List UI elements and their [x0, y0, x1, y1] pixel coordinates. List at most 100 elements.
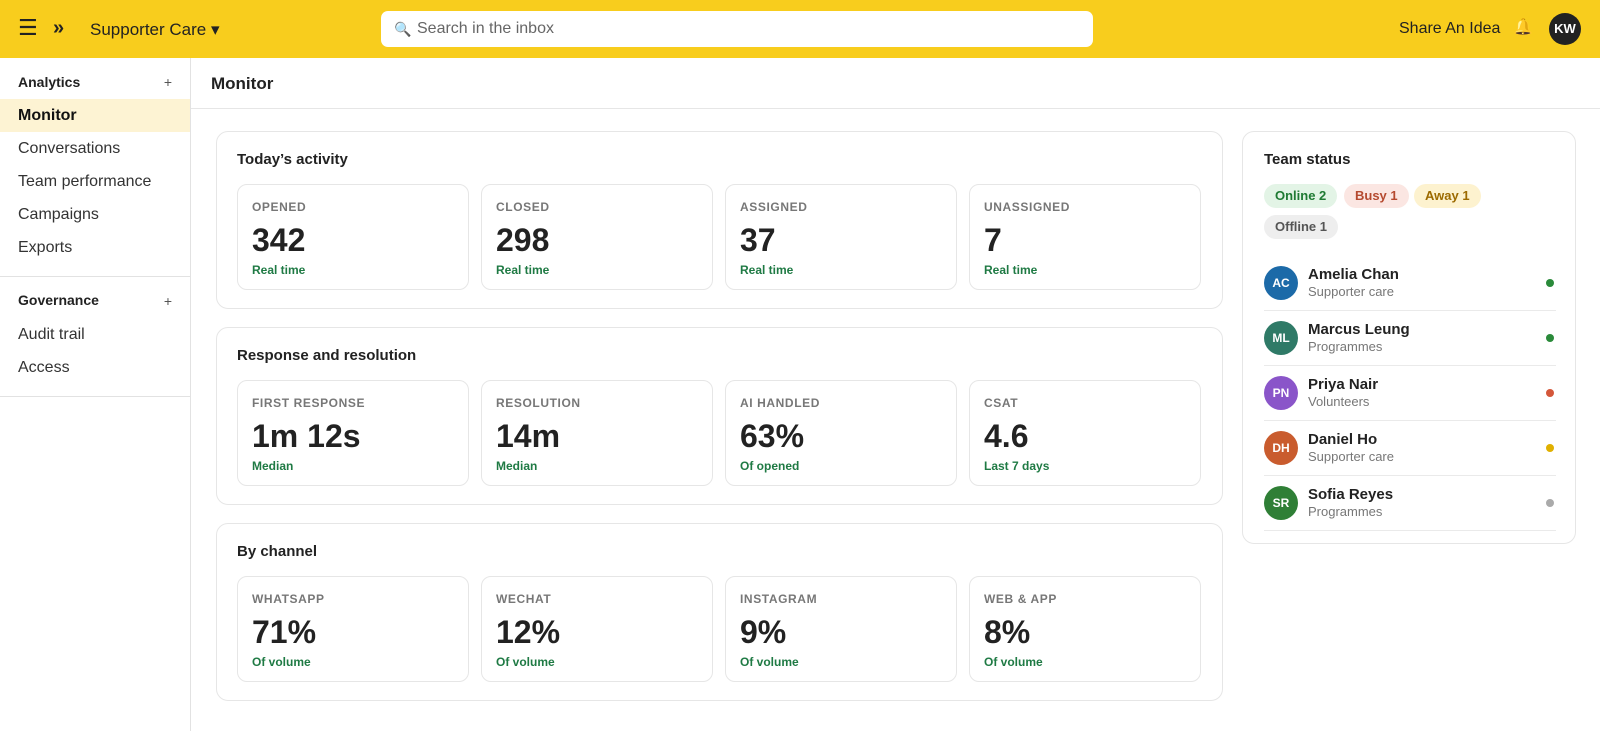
stat-card-closed: CLOSED 298 Real time	[481, 184, 713, 290]
stat-value: 37	[740, 222, 776, 258]
page-header: Monitor	[191, 58, 1600, 109]
stat-card-resolution: RESOLUTION 14m Median	[481, 380, 713, 486]
stat-card-unassigned: UNASSIGNED 7 Real time	[969, 184, 1201, 290]
add-icon[interactable]: +	[164, 293, 172, 309]
hamburger-menu-icon[interactable]: ☰	[18, 17, 40, 40]
sidebar-item-monitor[interactable]: Monitor	[0, 99, 190, 132]
member-name: Daniel Ho	[1308, 431, 1378, 448]
sidebar-item-conversations[interactable]: Conversations	[0, 132, 190, 165]
notification-bell-icon[interactable]: 🔔	[1513, 17, 1533, 39]
team-member-row[interactable]: AC Amelia Chan Supporter care	[1264, 256, 1556, 311]
stat-card-web-app: WEB & APP 8% Of volume	[969, 576, 1201, 682]
stat-label: CSAT	[984, 396, 1019, 410]
member-avatar: ML	[1264, 321, 1298, 355]
sidebar-item-access[interactable]: Access	[0, 351, 190, 384]
stat-label: RESOLUTION	[496, 396, 581, 410]
stat-value: 12%	[496, 614, 561, 650]
stat-label: WHATSAPP	[252, 592, 325, 606]
stat-subtext: Of volume	[252, 655, 311, 669]
stat-label: WECHAT	[496, 592, 552, 606]
sidebar-section-analytics: Analytics + Monitor Conversations Team p…	[0, 58, 190, 277]
expand-sidebar-icon[interactable]: »	[53, 16, 64, 40]
stat-subtext: Of volume	[496, 655, 555, 669]
add-icon[interactable]: +	[164, 74, 172, 90]
member-avatar: PN	[1264, 376, 1298, 410]
member-role: Programmes	[1308, 504, 1383, 519]
panel-title: By channel	[237, 543, 318, 560]
stat-card-csat: CSAT 4.6 Last 7 days	[969, 380, 1201, 486]
status-chip-online[interactable]: Online 2	[1264, 184, 1338, 208]
status-chip-busy[interactable]: Busy 1	[1344, 184, 1409, 208]
status-dot-icon	[1546, 334, 1554, 342]
status-dot-icon	[1546, 279, 1554, 287]
stat-label: UNASSIGNED	[984, 200, 1071, 214]
stat-card-instagram: INSTAGRAM 9% Of volume	[725, 576, 957, 682]
panel-title: Today’s activity	[237, 151, 348, 168]
sidebar-item-audit-trail[interactable]: Audit trail	[0, 318, 190, 351]
sidebar-item-campaigns[interactable]: Campaigns	[0, 198, 190, 231]
member-role: Supporter care	[1308, 284, 1394, 299]
stat-label: INSTAGRAM	[740, 592, 818, 606]
stat-subtext: Of opened	[740, 459, 800, 473]
sidebar-item-team-performance[interactable]: Team performance	[0, 165, 190, 198]
panel-title: Response and resolution	[237, 347, 417, 364]
member-name: Marcus Leung	[1308, 321, 1410, 338]
search-icon: 🔍	[394, 21, 412, 37]
sidebar-section-title: Analytics +	[0, 58, 190, 99]
stat-subtext: Real time	[984, 263, 1038, 277]
stat-subtext: Real time	[252, 263, 306, 277]
response-panel: Response and resolution FIRST RESPONSE 1…	[216, 327, 1223, 505]
stat-card-wechat: WECHAT 12% Of volume	[481, 576, 713, 682]
stat-value: 71%	[252, 614, 317, 650]
stat-subtext: Of volume	[984, 655, 1043, 669]
sidebar-section-title: Governance +	[0, 277, 190, 318]
member-avatar: AC	[1264, 266, 1298, 300]
team-status-panel: Team status Online 2 Busy 1 Away 1 Offli…	[1242, 131, 1576, 544]
user-avatar[interactable]: KW	[1549, 13, 1581, 45]
stat-card-opened: OPENED 342 Real time	[237, 184, 469, 290]
member-role: Volunteers	[1308, 394, 1370, 409]
stat-value: 14m	[496, 418, 561, 454]
stat-value: 298	[496, 222, 550, 258]
team-member-row[interactable]: PN Priya Nair Volunteers	[1264, 366, 1556, 421]
stat-value: 4.6	[984, 418, 1029, 454]
search-input[interactable]	[417, 17, 1077, 41]
stat-card-ai-handled: AI HANDLED 63% Of opened	[725, 380, 957, 486]
stat-value: 9%	[740, 614, 787, 650]
team-member-row[interactable]: SR Sofia Reyes Programmes	[1264, 476, 1556, 531]
stat-subtext: Last 7 days	[984, 459, 1050, 473]
stat-label: CLOSED	[496, 200, 550, 214]
team-member-row[interactable]: ML Marcus Leung Programmes	[1264, 311, 1556, 366]
stat-label: AI HANDLED	[740, 396, 820, 410]
status-dot-icon	[1546, 444, 1554, 452]
sidebar-section-label: Governance	[18, 292, 99, 308]
stat-subtext: Real time	[740, 263, 794, 277]
page-title: Monitor	[211, 74, 274, 93]
stat-label: FIRST RESPONSE	[252, 396, 366, 410]
stat-subtext: Real time	[496, 263, 550, 277]
stat-label: ASSIGNED	[740, 200, 808, 214]
share-idea-link[interactable]: Share An Idea	[1399, 19, 1500, 39]
member-role: Programmes	[1308, 339, 1383, 354]
stat-value: 8%	[984, 614, 1031, 650]
sidebar: Analytics + Monitor Conversations Team p…	[0, 58, 191, 731]
member-name: Amelia Chan	[1308, 266, 1399, 283]
panel-title: Team status	[1264, 151, 1351, 168]
status-chip-offline[interactable]: Offline 1	[1264, 215, 1339, 239]
sidebar-section-label: Analytics	[18, 74, 81, 90]
workspace-switcher[interactable]: Supporter Care ▾	[90, 19, 219, 41]
top-bar: ☰ » Supporter Care ▾ 🔍 Share An Idea 🔔 K…	[0, 0, 1600, 58]
stat-card-assigned: ASSIGNED 37 Real time	[725, 184, 957, 290]
search-box[interactable]: 🔍	[381, 11, 1093, 47]
channel-panel: By channel WHATSAPP 71% Of volume WECHAT…	[216, 523, 1223, 701]
activity-panel: Today’s activity OPENED 342 Real time CL…	[216, 131, 1223, 309]
team-member-row[interactable]: DH Daniel Ho Supporter care	[1264, 421, 1556, 476]
stat-value: 342	[252, 222, 306, 258]
status-chip-away[interactable]: Away 1	[1414, 184, 1481, 208]
stat-subtext: Of volume	[740, 655, 799, 669]
member-name: Priya Nair	[1308, 376, 1379, 393]
member-avatar: DH	[1264, 431, 1298, 465]
member-name: Sofia Reyes	[1308, 486, 1394, 503]
sidebar-item-exports[interactable]: Exports	[0, 231, 190, 264]
status-dot-icon	[1546, 499, 1554, 507]
